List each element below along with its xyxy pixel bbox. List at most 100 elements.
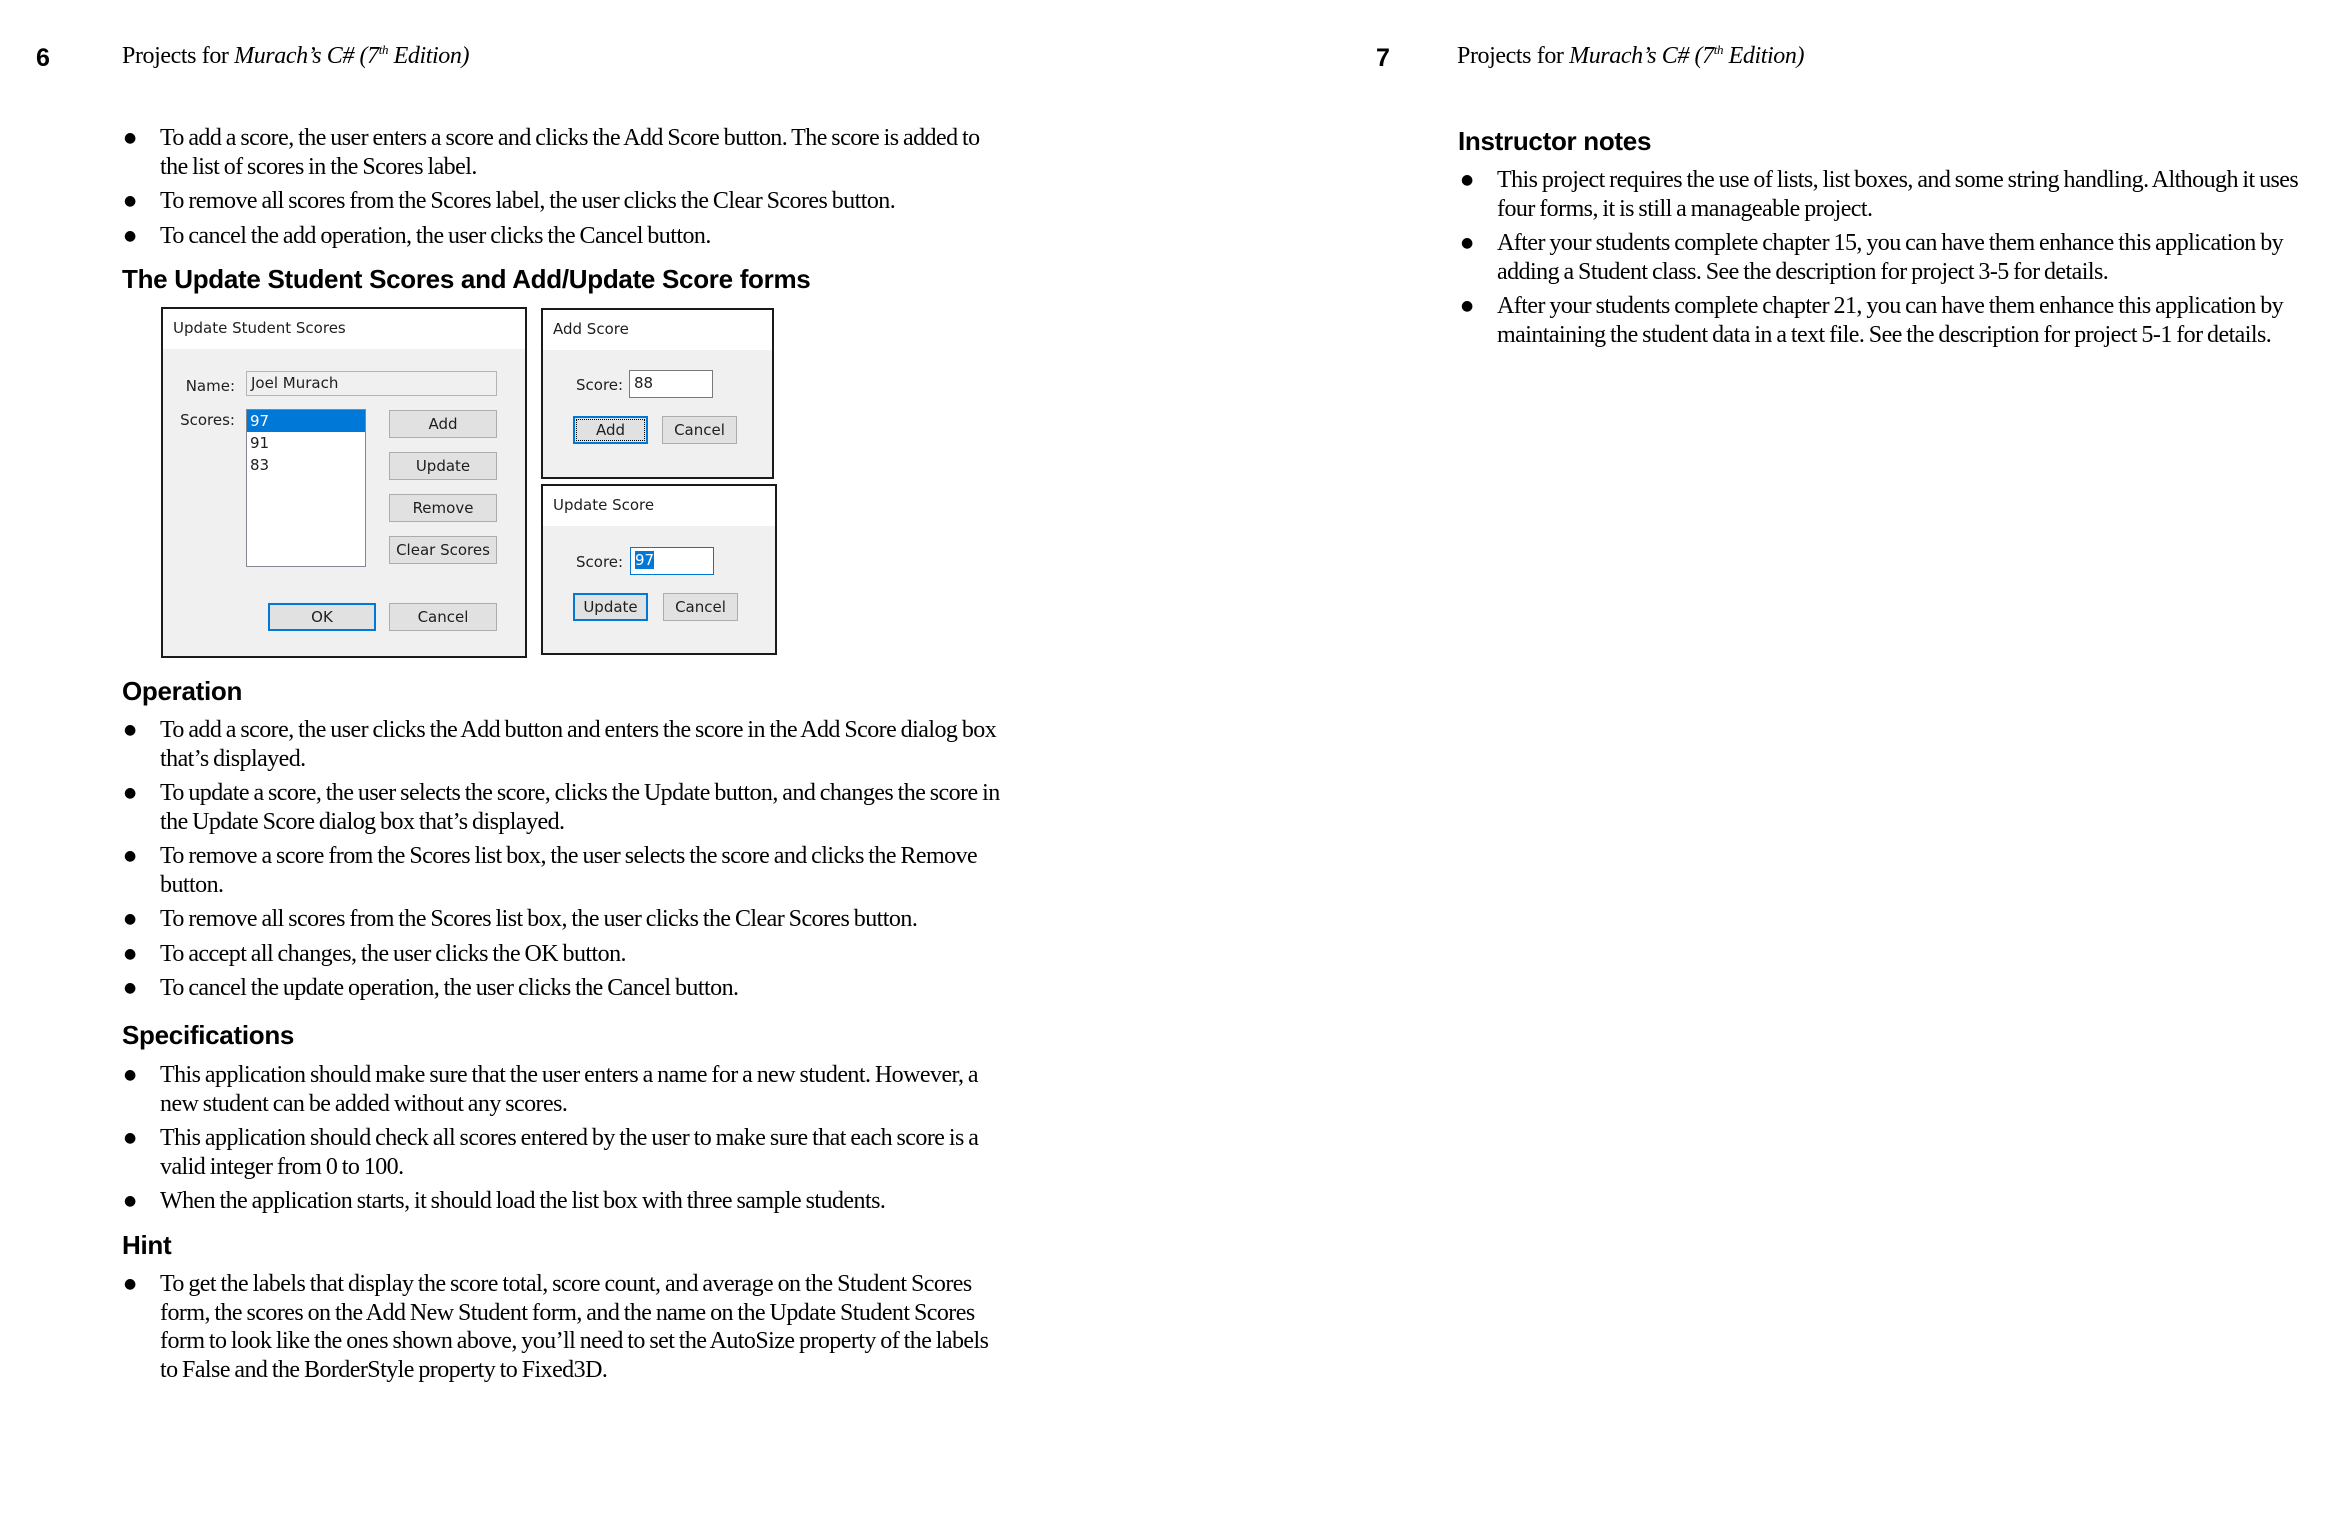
update-button[interactable]: Update [389,452,497,480]
running-head-prefix: Projects for [122,43,235,69]
selected-score-text: 97 [635,551,655,569]
ok-button[interactable]: OK [268,603,376,631]
list-item-text: To get the labels that display the score… [160,1271,989,1383]
list-item-text: This application should check all scores… [160,1125,979,1180]
hint-bullet-list: ● To get the labels that display the scor… [124,1270,1004,1390]
list-item: ● When the application starts, it should … [124,1187,1004,1216]
instructor-notes-bullet-list: ● This project requires the use of lists,… [1461,166,2321,355]
book-title: Murach’s C# (7 [1569,43,1714,69]
list-item: ● To accept all changes, the user clicks … [124,940,1004,969]
score-label: Score: [576,553,624,571]
remove-button[interactable]: Remove [389,494,497,522]
scores-label: Scores: [180,411,235,429]
left-page: 6 Projects for Murach’s C# (7th Edition)… [0,0,1163,1528]
bullet-icon: ● [124,911,136,927]
list-item-text: After your students complete chapter 15,… [1497,230,2284,285]
list-item-text: This project requires the use of lists, … [1497,167,2299,222]
score-input[interactable]: 88 [629,370,713,398]
list-item: ● After your students complete chapter 21… [1461,292,2321,349]
list-item: ● To update a score, the user selects the… [124,779,1004,836]
score-list-item[interactable]: 91 [247,432,365,454]
bullet-icon: ● [124,1067,136,1083]
list-item: ● This project requires the use of lists,… [1461,166,2321,223]
score-input[interactable]: 97 [630,547,714,575]
bullet-icon: ● [124,130,136,146]
edition-suffix: Edition) [1723,43,1805,69]
edition-superscript: th [378,42,389,57]
operation-heading: Operation [122,676,243,706]
update-button[interactable]: Update [573,593,648,621]
list-item: ● This application should check all score… [124,1124,1004,1181]
list-item-text: To remove a score from the Scores list b… [160,843,978,898]
page-number: 6 [36,44,50,72]
update-student-scores-form: Update Student Scores Name: Joel Murach … [161,307,527,658]
cancel-button[interactable]: Cancel [389,603,497,631]
form-title: Add Score [553,320,629,338]
cancel-button[interactable]: Cancel [662,416,737,444]
list-item: ● To remove a score from the Scores list … [124,842,1004,899]
right-page: 7 Projects for Murach’s C# (7th Edition)… [1163,0,2326,1528]
list-item-text: When the application starts, it should l… [160,1188,886,1214]
bullet-icon: ● [1461,298,1473,314]
bullet-icon: ● [124,722,136,738]
list-item-text: After your students complete chapter 21,… [1497,293,2284,348]
intro-bullet-list: ● To add a score, the user enters a score… [124,124,984,256]
scores-listbox[interactable]: 97 91 83 [246,409,366,567]
name-field: Joel Murach [246,371,497,396]
update-score-form: Update Score Score: 97 Update Cancel [541,484,777,655]
list-item-text: This application should make sure that t… [160,1062,979,1117]
list-item-text: To add a score, the user clicks the Add … [160,717,997,772]
page-number: 7 [1376,44,1390,72]
list-item: ● This application should make sure that … [124,1061,1004,1118]
list-item-text: To update a score, the user selects the … [160,780,1000,835]
running-head-book: Murach’s C# (7th Edition) [234,43,469,69]
list-item: ● To remove all scores from the Scores la… [124,187,984,216]
list-item: ● To remove all scores from the Scores li… [124,905,1004,934]
bullet-icon: ● [1461,235,1473,251]
list-item: ● To add a score, the user enters a score… [124,124,984,181]
add-button[interactable]: Add [389,410,497,438]
bullet-icon: ● [124,848,136,864]
name-label: Name: [185,377,235,395]
forms-heading: The Update Student Scores and Add/Update… [122,264,811,294]
instructor-notes-heading: Instructor notes [1458,126,1652,156]
edition-suffix: Edition) [388,43,470,69]
bullet-icon: ● [124,980,136,996]
hint-heading: Hint [122,1230,172,1260]
list-item-text: To remove all scores from the Scores lab… [160,188,896,214]
bullet-icon: ● [124,1130,136,1146]
running-head-book: Murach’s C# (7th Edition) [1569,43,1804,69]
bullet-icon: ● [124,945,136,962]
clear-scores-button[interactable]: Clear Scores [389,536,497,564]
score-list-item-selected[interactable]: 97 [247,410,365,432]
bullet-icon: ● [1461,172,1473,188]
form-title: Update Student Scores [173,319,346,337]
specifications-heading: Specifications [122,1020,295,1050]
add-button[interactable]: Add [573,416,648,444]
form-title: Update Score [553,496,655,514]
score-list-item[interactable]: 83 [247,454,365,476]
operation-bullet-list: ● To add a score, the user clicks the Add… [124,716,1004,1009]
list-item: ● After your students complete chapter 15… [1461,229,2321,286]
bullet-icon: ● [124,1193,136,1209]
edition-superscript: th [1713,42,1724,57]
list-item-text: To cancel the add operation, the user cl… [160,222,711,249]
bullet-icon: ● [124,227,136,244]
list-item: ● To get the labels that display the scor… [124,1270,1004,1384]
list-item-text: To cancel the update operation, the user… [160,975,739,1001]
book-title: Murach’s C# (7 [234,43,379,69]
specifications-bullet-list: ● This application should make sure that … [124,1061,1004,1222]
bullet-icon: ● [124,1276,136,1292]
running-head-prefix: Projects for [1457,43,1570,69]
list-item: ● To cancel the update operation, the use… [124,974,1004,1003]
list-item-text: To accept all changes, the user clicks t… [160,940,627,967]
running-head: Projects for Murach’s C# (7th Edition) [1457,43,1805,70]
list-item: ● To cancel the add operation, the user c… [124,222,984,251]
bullet-icon: ● [124,193,136,209]
bullet-icon: ● [124,785,136,801]
add-score-form: Add Score Score: 88 Add Cancel [541,308,774,479]
list-item-text: To remove all scores from the Scores lis… [160,906,918,932]
score-label: Score: [576,376,624,394]
running-head: Projects for Murach’s C# (7th Edition) [122,43,470,70]
cancel-button[interactable]: Cancel [663,593,738,621]
